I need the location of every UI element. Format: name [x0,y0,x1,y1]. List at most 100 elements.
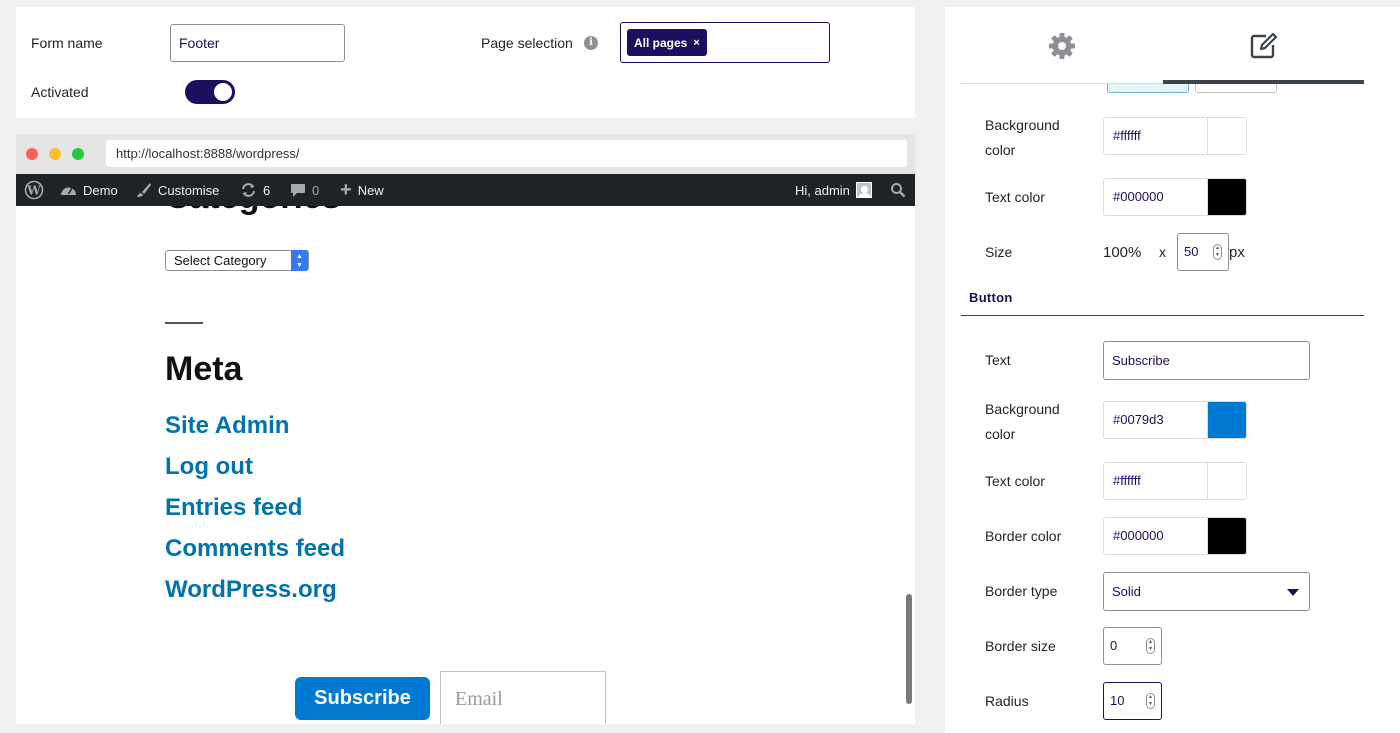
background-color-value: #ffffff [1104,118,1208,154]
site-menu[interactable]: Demo [60,174,118,206]
browser-chrome: http://localhost:8888/wordpress/ [16,134,915,174]
greeting: Hi, admin [795,182,850,198]
category-select-value: Select Category [174,253,267,268]
border-color-label: Border color [985,528,1062,544]
background-color-swatch[interactable] [1208,118,1246,154]
alignment-option-active[interactable] [1107,84,1189,93]
comments-feed-link[interactable]: Comments feed [165,535,345,563]
stepper-icon[interactable]: ▲ ▼ [1146,638,1155,654]
button-text-color-value: #ffffff [1104,463,1208,499]
info-icon[interactable]: i [584,36,598,50]
chip-remove-icon[interactable]: × [693,37,699,49]
page-selection-label: Page selection [481,35,573,51]
select-arrows-icon: ▲ ▼ [291,250,308,271]
updates-menu[interactable]: 6 [240,174,270,206]
subscribe-button[interactable]: Subscribe [295,677,430,720]
text-color-value: #000000 [1104,179,1208,215]
toggle-knob [214,83,232,101]
button-background-color-swatch[interactable] [1208,402,1246,438]
stepper-icon[interactable]: ▲ ▼ [1213,244,1222,260]
radius-input[interactable]: 10 ▲ ▼ [1103,682,1162,720]
updates-count: 6 [263,182,271,198]
new-label: New [357,182,384,198]
entries-feed-link[interactable]: Entries feed [165,494,302,522]
button-section-title: Button [969,290,1013,305]
background-color-label: Background color [985,117,1060,158]
border-type-select[interactable]: Solid [1103,572,1310,611]
stepper-icon[interactable]: ▲ ▼ [1146,693,1155,709]
activated-toggle[interactable] [185,80,235,104]
button-background-color-value: #0079d3 [1104,402,1208,438]
button-text-color-swatch[interactable] [1208,463,1246,499]
maximize-dot[interactable] [72,148,84,160]
size-label: Size [985,244,1013,260]
categories-heading: Categories [165,206,341,217]
activated-label: Activated [31,84,89,100]
border-size-value: 0 [1110,638,1118,653]
brush-icon [137,183,151,197]
site-content: Categories Select Category ▲▼ Meta Site … [16,206,915,724]
border-color-input[interactable]: #000000 [1103,517,1247,555]
size-width: 100% [1103,244,1142,261]
border-size-label: Border size [985,638,1056,654]
category-select[interactable]: Select Category ▲ ▼ [165,250,309,271]
url-bar[interactable]: http://localhost:8888/wordpress/ [106,140,907,167]
wp-admin-bar: W Demo Customise 6 0 + New Hi, admin [16,174,915,206]
border-color-swatch[interactable] [1208,518,1246,554]
close-dot[interactable] [26,148,38,160]
svg-text:W: W [26,184,41,198]
log-out-link[interactable]: Log out [165,453,253,481]
update-icon [242,183,255,197]
search-icon[interactable] [890,174,906,206]
button-text-color-label: Text color [985,473,1045,489]
page-chip-label: All pages [634,35,688,50]
browser-preview: http://localhost:8888/wordpress/ W Demo … [16,134,915,724]
wordpress-org-link[interactable]: WordPress.org [165,576,337,604]
text-color-swatch[interactable] [1208,179,1246,215]
size-unit: px [1229,244,1245,261]
customise-label: Customise [158,182,220,198]
radius-value: 10 [1110,693,1125,708]
meta-heading: Meta [165,350,243,388]
size-height-input[interactable]: 50 ▲ ▼ [1177,233,1229,271]
gear-icon [1048,32,1075,59]
site-admin-link[interactable]: Site Admin [165,412,289,440]
tab-design[interactable] [1163,7,1364,84]
site-name: Demo [83,182,118,198]
button-background-color-label: Background color [985,401,1060,442]
button-background-color-input[interactable]: #0079d3 [1103,401,1247,439]
border-size-input[interactable]: 0 ▲ ▼ [1103,627,1162,665]
button-text-label: Text [985,352,1011,368]
border-type-label: Border type [985,583,1058,599]
text-color-input[interactable]: #000000 [1103,178,1247,216]
form-name-input[interactable] [170,24,345,62]
size-x: x [1159,244,1166,260]
alignment-option[interactable] [1195,84,1277,93]
border-color-value: #000000 [1104,518,1208,554]
comment-icon [291,183,305,197]
form-settings-card: Form name Page selection i All pages × A… [16,7,915,118]
edit-icon [1250,32,1277,58]
form-name-label: Form name [31,35,103,51]
border-type-value: Solid [1112,584,1141,599]
chevron-down-icon [1287,589,1299,596]
wordpress-logo-icon[interactable]: W [24,174,44,206]
button-text-input[interactable] [1103,341,1310,380]
dashboard-icon [61,187,76,195]
scrollbar[interactable] [906,594,912,704]
tab-settings[interactable] [961,7,1162,84]
comments-menu[interactable]: 0 [290,174,319,206]
settings-panel: Background color #ffffff Text color #000… [945,7,1400,733]
page-chip: All pages × [627,29,707,56]
page-selection-input[interactable]: All pages × [620,22,830,63]
customise-menu[interactable]: Customise [136,174,219,206]
radius-label: Radius [985,693,1029,709]
button-text-color-input[interactable]: #ffffff [1103,462,1247,500]
email-input[interactable] [440,671,606,724]
avatar [855,182,872,198]
account-menu[interactable]: Hi, admin [795,174,872,206]
new-menu[interactable]: + New [340,174,384,206]
minimize-dot[interactable] [49,148,61,160]
plus-icon: + [340,178,352,201]
background-color-input[interactable]: #ffffff [1103,117,1247,155]
